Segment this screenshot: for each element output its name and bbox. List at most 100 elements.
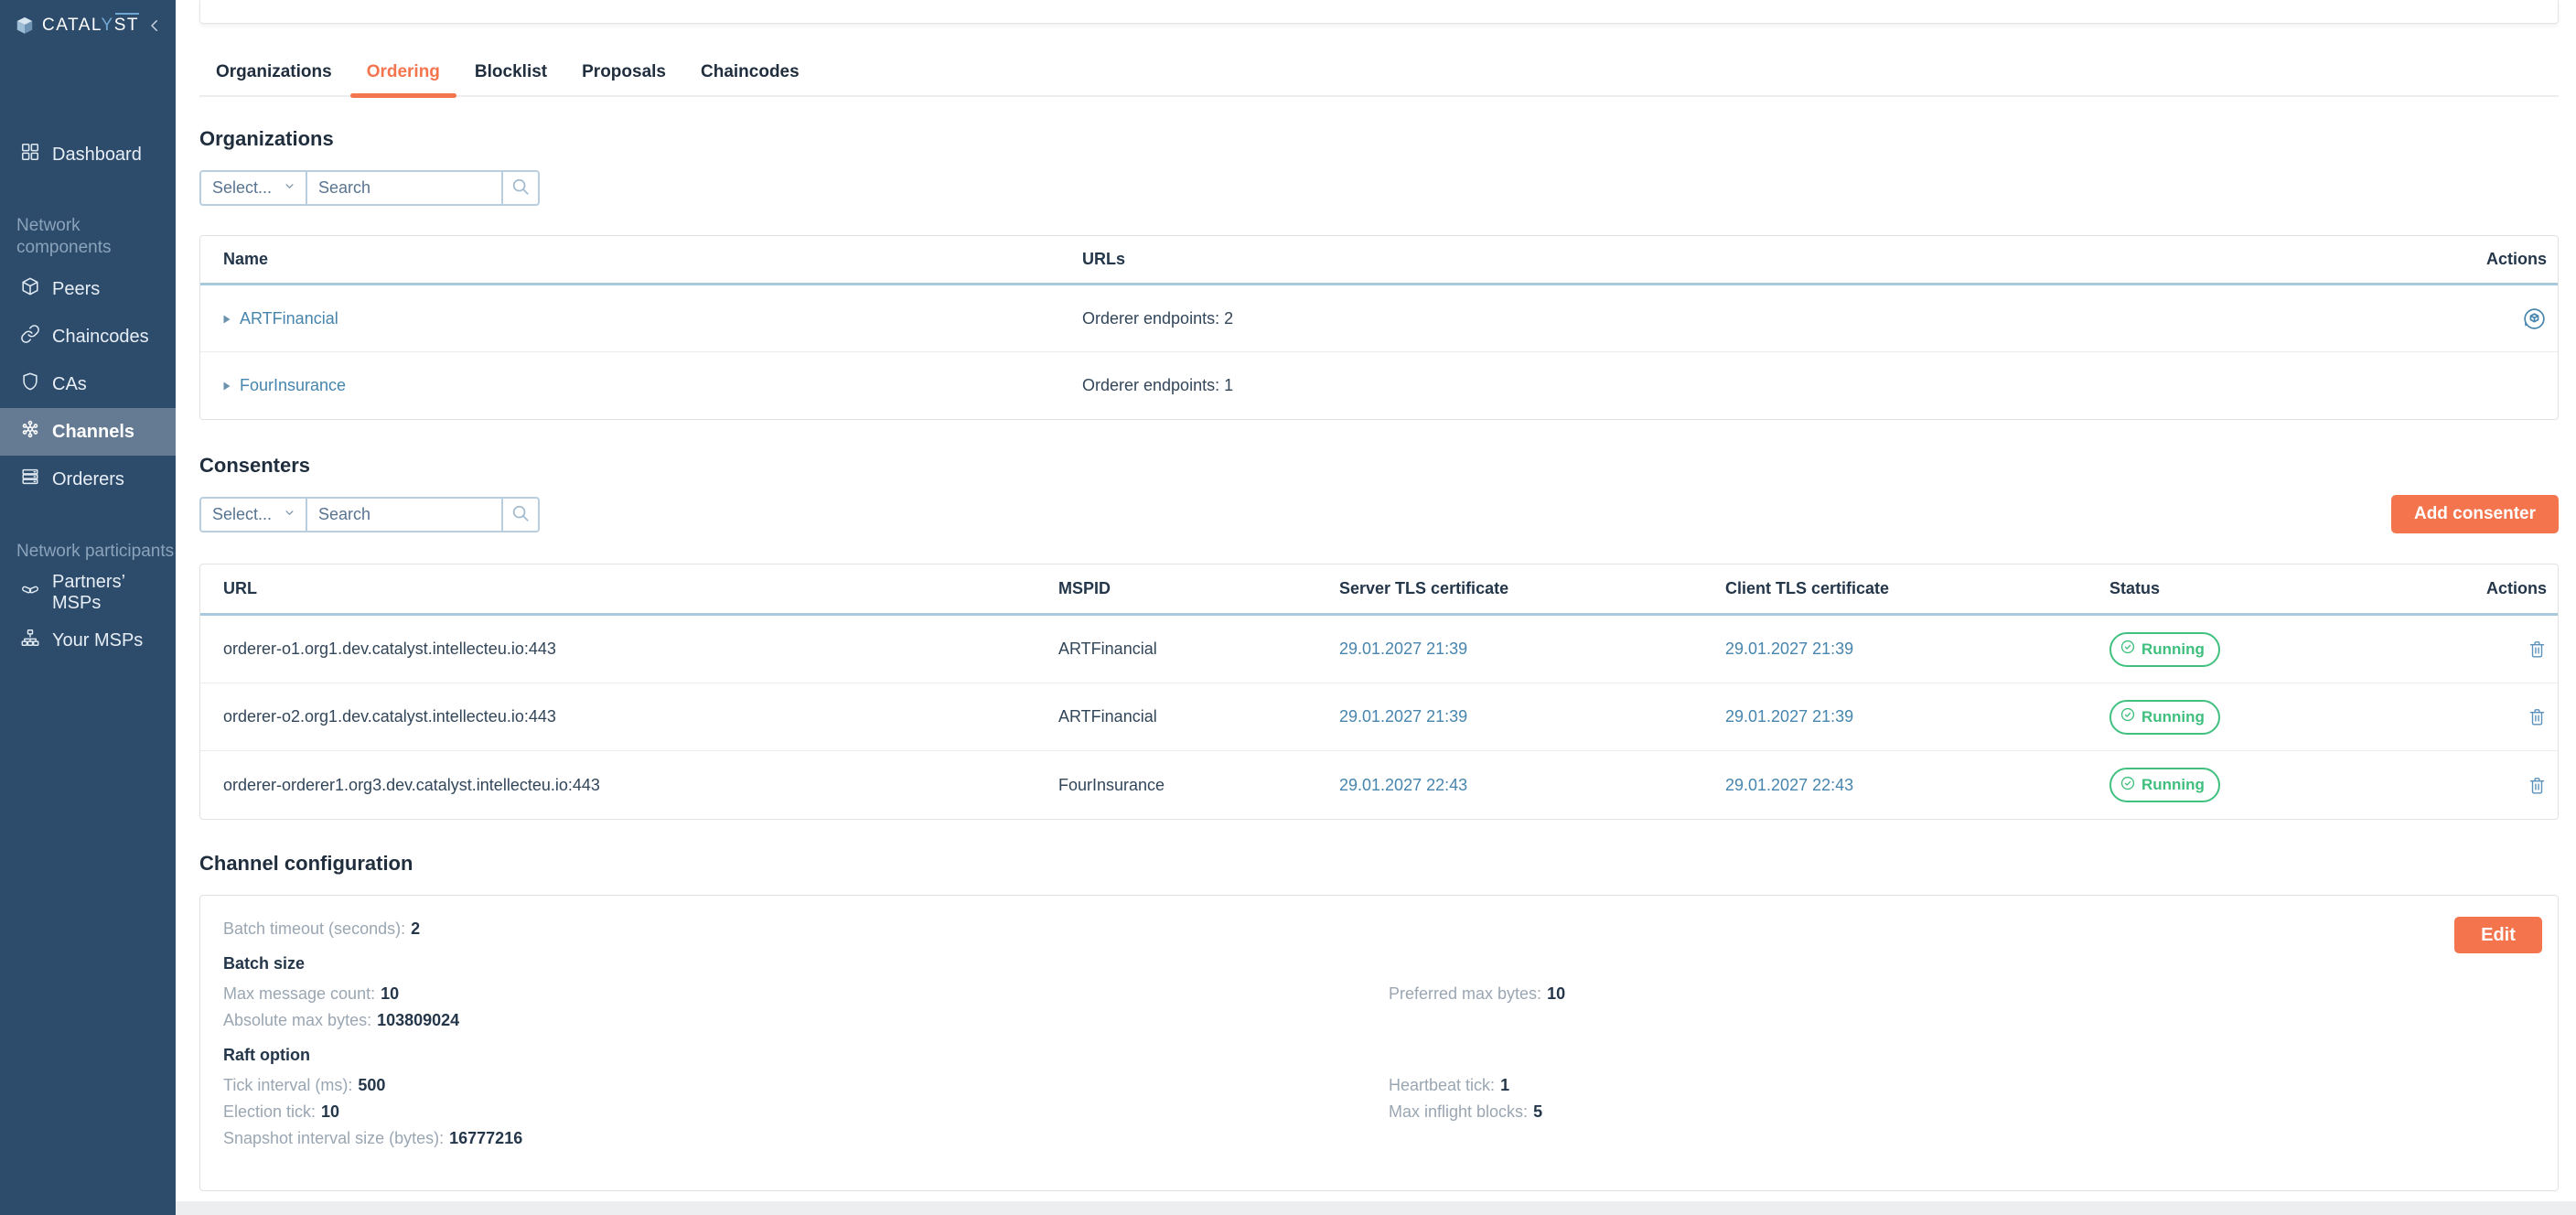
sidebar-item-label: Channels: [52, 422, 134, 443]
tab-chaincodes[interactable]: Chaincodes: [701, 60, 800, 84]
add-consenter-button[interactable]: Add consenter: [2391, 495, 2559, 533]
scrolled-card-bottom-edge: [199, 0, 2559, 24]
column-header-urls: URLs: [1082, 250, 2437, 269]
check-circle-icon: [2120, 775, 2136, 796]
client-cert-link[interactable]: 29.01.2027 21:39: [1725, 707, 2109, 726]
logo-icon: [15, 14, 35, 38]
server-cert-link[interactable]: 29.01.2027 21:39: [1339, 640, 1725, 659]
max-message-count: Max message count:10: [223, 981, 1389, 1007]
sidebar-item-your-msps[interactable]: Your MSPs: [0, 617, 176, 664]
organizations-table: Name URLs Actions ARTFinancial Orderer e…: [199, 235, 2559, 420]
organizations-table-header: Name URLs Actions: [200, 236, 2558, 285]
sidebar-item-label: Your MSPs: [52, 630, 143, 651]
column-header-client-cert: Client TLS certificate: [1725, 579, 2109, 598]
client-cert-link[interactable]: 29.01.2027 21:39: [1725, 640, 2109, 659]
sidebar-collapse-icon[interactable]: [146, 17, 163, 34]
sidebar-item-label: Chaincodes: [52, 327, 149, 348]
expand-caret-icon[interactable]: [223, 309, 231, 328]
tab-ordering[interactable]: Ordering: [367, 60, 440, 84]
tick-interval: Tick interval (ms):500: [223, 1072, 1389, 1099]
sidebar-item-partners-msps[interactable]: Partners’ MSPs: [0, 569, 176, 617]
peers-cube-icon: [20, 276, 40, 302]
sidebar-item-label: CAs: [52, 374, 87, 395]
organizations-toolbar: Select...: [199, 170, 2559, 206]
check-circle-icon: [2120, 706, 2136, 727]
chevron-down-icon: [283, 178, 296, 198]
raft-option-heading: Raft option: [223, 1042, 2535, 1069]
sidebar-item-label: Orderers: [52, 469, 124, 490]
absolute-max-bytes: Absolute max bytes:103809024: [223, 1007, 1389, 1034]
consenter-mspid: ARTFinancial: [1058, 640, 1339, 659]
server-stack-icon: [20, 467, 40, 492]
status-badge: Running: [2109, 632, 2220, 667]
consenters-filter-select[interactable]: Select...: [201, 499, 306, 531]
server-cert-link[interactable]: 29.01.2027 22:43: [1339, 776, 1725, 795]
sidebar-item-channels[interactable]: Channels: [0, 408, 176, 456]
tab-bar: Organizations Ordering Blocklist Proposa…: [199, 60, 2559, 97]
handshake-icon: [20, 580, 40, 606]
client-cert-link[interactable]: 29.01.2027 22:43: [1725, 776, 2109, 795]
edit-configuration-button[interactable]: Edit: [2454, 917, 2542, 953]
column-header-status: Status: [2109, 579, 2437, 598]
organizations-search-wrap: [306, 172, 501, 204]
sidebar-section-network-participants: Network participants: [0, 541, 176, 563]
logo: CATALYST: [0, 0, 176, 51]
sidebar-item-dashboard[interactable]: Dashboard: [0, 131, 176, 178]
trash-icon[interactable]: [2528, 706, 2547, 727]
consenters-search-input[interactable]: [307, 499, 501, 531]
organizations-search-input[interactable]: [307, 172, 501, 204]
column-header-url: URL: [223, 579, 1058, 598]
consenter-url: orderer-orderer1.org3.dev.catalyst.intel…: [223, 776, 1058, 795]
sidebar-item-label: Partners’ MSPs: [52, 572, 176, 614]
table-row: orderer-orderer1.org3.dev.catalyst.intel…: [200, 751, 2558, 819]
tab-proposals[interactable]: Proposals: [582, 60, 666, 84]
search-icon: [510, 177, 531, 199]
organization-link[interactable]: FourInsurance: [240, 376, 346, 395]
consenter-url: orderer-o2.org1.dev.catalyst.intellecteu…: [223, 707, 1058, 726]
sidebar-section-network-components: Network components: [0, 215, 176, 259]
sidebar-nav: Dashboard Network components Peers: [0, 131, 176, 664]
preferred-max-bytes: Preferred max bytes:10: [1389, 981, 2535, 1007]
channels-network-icon: [20, 419, 40, 445]
check-circle-icon: [2120, 639, 2136, 660]
table-row: ARTFinancial Orderer endpoints: 2: [200, 285, 2558, 352]
channel-configuration-heading: Channel configuration: [199, 851, 2559, 876]
channel-configuration-card: Edit Batch timeout (seconds):2 Batch siz…: [199, 895, 2559, 1191]
main-content: Organizations Ordering Blocklist Proposa…: [176, 0, 2576, 1201]
organization-link[interactable]: ARTFinancial: [240, 309, 338, 328]
sidebar-item-label: Dashboard: [52, 145, 142, 166]
consenters-toolbar: Select... Add consenter: [199, 495, 2559, 533]
dashboard-icon: [20, 142, 40, 167]
sidebar-item-chaincodes[interactable]: Chaincodes: [0, 313, 176, 360]
batch-size-heading: Batch size: [223, 951, 2535, 977]
search-icon: [510, 503, 531, 526]
app-root: CATALYST Dashboard Network components: [0, 0, 2576, 1215]
consenter-mspid: ARTFinancial: [1058, 707, 1339, 726]
column-header-server-cert: Server TLS certificate: [1339, 579, 1725, 598]
batch-timeout: Batch timeout (seconds):2: [223, 916, 2535, 942]
sidebar-item-peers[interactable]: Peers: [0, 265, 176, 313]
max-inflight-blocks: Max inflight blocks:5: [1389, 1099, 2535, 1125]
organizations-search-button[interactable]: [501, 172, 538, 204]
tab-organizations[interactable]: Organizations: [216, 60, 332, 84]
table-row: FourInsurance Orderer endpoints: 1: [200, 352, 2558, 419]
expand-caret-icon[interactable]: [223, 376, 231, 395]
trash-icon[interactable]: [2528, 639, 2547, 660]
consenters-search-button[interactable]: [501, 499, 538, 531]
table-row: orderer-o2.org1.dev.catalyst.intellecteu…: [200, 683, 2558, 751]
sync-organization-icon[interactable]: [2522, 306, 2547, 331]
organizations-filter-group: Select...: [199, 170, 540, 206]
tab-blocklist[interactable]: Blocklist: [475, 60, 547, 84]
column-header-name: Name: [223, 250, 1082, 269]
trash-icon[interactable]: [2528, 775, 2547, 796]
select-placeholder: Select...: [212, 505, 272, 524]
column-header-mspid: MSPID: [1058, 579, 1339, 598]
shield-icon: [20, 371, 40, 397]
server-cert-link[interactable]: 29.01.2027 21:39: [1339, 707, 1725, 726]
consenter-mspid: FourInsurance: [1058, 776, 1339, 795]
table-row: orderer-o1.org1.dev.catalyst.intellecteu…: [200, 616, 2558, 683]
organizations-filter-select[interactable]: Select...: [201, 172, 306, 204]
orderer-endpoints-cell: Orderer endpoints: 2: [1082, 309, 2437, 328]
sidebar-item-cas[interactable]: CAs: [0, 360, 176, 408]
sidebar-item-orderers[interactable]: Orderers: [0, 456, 176, 503]
